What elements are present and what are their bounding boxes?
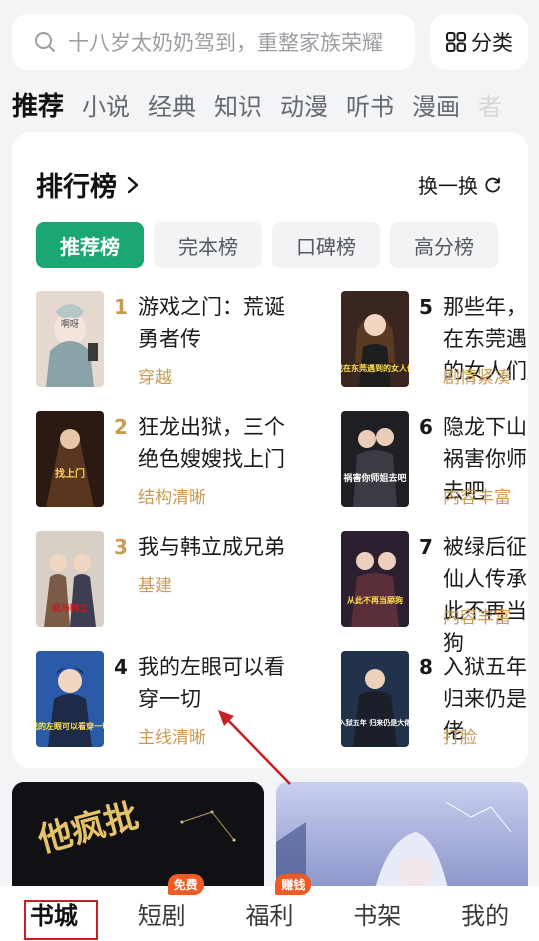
ranking-right-column: 我在东莞遇到的女人们 5 那些年，我在东莞遇到的女人们 剧情紧凑 祸害你师姐去吧… <box>341 291 528 751</box>
nav-label: 书架 <box>353 902 402 930</box>
rank-number: 7 <box>419 535 433 559</box>
book-tag: 内容丰富 <box>443 608 511 628</box>
book-cover: 我与韩立 <box>36 531 104 627</box>
selection-highlight <box>24 900 98 940</box>
book-title: 狂龙出狱，三个绝色嫂嫂找上门 <box>138 415 285 471</box>
chip-recommend[interactable]: 推荐榜 <box>36 222 144 268</box>
rank-item-1[interactable]: 啊呀 1 游戏之门：荒诞勇者传 穿越 <box>36 291 336 388</box>
tab-more[interactable]: 者 <box>478 87 502 122</box>
cover-text: 入狱五年 归来仍是大佬 <box>341 718 409 727</box>
rank-number: 6 <box>419 415 433 439</box>
tab-knowledge[interactable]: 知识 <box>214 87 262 122</box>
search-bar[interactable]: 十八岁太奶奶驾到，重整家族荣耀 <box>12 14 415 70</box>
rank-item-3[interactable]: 我与韩立 3 我与韩立成兄弟 基建 <box>36 531 336 627</box>
book-cover: 从此不再当舔狗 <box>341 531 409 627</box>
nav-welfare[interactable]: 福利 赚钱 <box>216 874 324 941</box>
tab-audiobook[interactable]: 听书 <box>346 87 394 122</box>
chip-completed[interactable]: 完本榜 <box>154 222 262 268</box>
book-tag: 内容丰富 <box>443 488 511 508</box>
rank-item-7[interactable]: 从此不再当舔狗 7 被绿后征服仙人传承 从此不再当舔狗 内容丰富 <box>341 531 528 655</box>
rank-number: 2 <box>114 415 128 439</box>
book-tag: 穿越 <box>138 368 172 388</box>
rank-number: 1 <box>114 295 128 319</box>
search-icon <box>35 32 55 52</box>
nav-bookshelf[interactable]: 书架 <box>323 886 431 941</box>
cover-text: 找上门 <box>55 467 85 480</box>
book-cover: 入狱五年 归来仍是大佬 <box>341 651 409 747</box>
search-placeholder: 十八岁太奶奶驾到，重整家族荣耀 <box>68 31 383 55</box>
book-tag: 主线清晰 <box>138 728 206 748</box>
nav-label: 福利 <box>245 902 294 930</box>
tab-anime[interactable]: 动漫 <box>280 87 328 122</box>
chip-reputation[interactable]: 口碑榜 <box>272 222 380 268</box>
rank-item-2[interactable]: 找上门 2 狂龙出狱，三个绝色嫂嫂找上门 结构清晰 <box>36 411 336 508</box>
cover-text: 我在东莞遇到的女人们 <box>341 363 409 373</box>
top-bar: 十八岁太奶奶驾到，重整家族荣耀 分类 <box>0 0 539 80</box>
category-tabs: 推荐 小说 经典 知识 动漫 听书 漫画 者 <box>0 84 539 124</box>
ranking-card: 排行榜 换一换 推荐榜 完本榜 口碑榜 高分榜 啊呀 1 游戏之门：荒诞勇者传 … <box>12 132 528 768</box>
book-cover: 啊呀 <box>36 291 104 387</box>
nav-label: 短剧 <box>137 902 186 930</box>
rank-item-8[interactable]: 入狱五年 归来仍是大佬 8 入狱五年，归来仍是大佬 打脸 <box>341 651 528 748</box>
refresh-button[interactable]: 换一换 <box>418 170 502 199</box>
book-cover: 我的左眼可以看穿一切 <box>36 651 104 747</box>
chip-high-score[interactable]: 高分榜 <box>390 222 498 268</box>
tab-recommend[interactable]: 推荐 <box>12 86 64 123</box>
cover-text: 啊呀 <box>61 319 79 330</box>
nav-short-drama[interactable]: 短剧 免费 <box>108 874 216 941</box>
book-tag: 剧情紧凑 <box>443 368 511 388</box>
category-label: 分类 <box>471 31 513 55</box>
book-tag: 打脸 <box>443 728 477 748</box>
cover-text: 我的左眼可以看穿一切 <box>36 721 104 731</box>
ranking-title[interactable]: 排行榜 <box>36 165 141 204</box>
book-title: 被绿后征服仙人传承 从此不再当舔狗 <box>443 535 528 655</box>
rank-number: 4 <box>114 655 128 679</box>
ranking-title-text: 排行榜 <box>36 172 117 203</box>
nav-badge: 免费 <box>167 874 204 895</box>
book-cover: 找上门 <box>36 411 104 507</box>
book-cover: 祸害你师姐去吧 <box>341 411 409 507</box>
book-cover: 我在东莞遇到的女人们 <box>341 291 409 387</box>
rank-number: 8 <box>419 655 433 679</box>
category-button[interactable]: 分类 <box>430 14 528 70</box>
annotation-arrow <box>218 710 291 785</box>
rank-number: 5 <box>419 295 433 319</box>
book-tag: 结构清晰 <box>138 488 206 508</box>
tab-comic[interactable]: 漫画 <box>412 87 460 122</box>
cover-text: 我与韩立 <box>52 602 88 614</box>
book-tag: 基建 <box>138 576 172 596</box>
ranking-chips: 推荐榜 完本榜 口碑榜 高分榜 <box>36 222 498 268</box>
book-title: 游戏之门：荒诞勇者传 <box>138 295 285 351</box>
tab-novel[interactable]: 小说 <box>82 87 130 122</box>
cover-text: 祸害你师姐去吧 <box>342 472 406 484</box>
grid-icon <box>446 32 466 52</box>
nav-profile[interactable]: 我的 <box>431 886 539 941</box>
cover-text: 从此不再当舔狗 <box>347 595 403 605</box>
nav-badge: 赚钱 <box>275 874 312 895</box>
refresh-label: 换一换 <box>418 174 478 198</box>
refresh-icon <box>485 177 500 192</box>
rank-item-5[interactable]: 我在东莞遇到的女人们 5 那些年，我在东莞遇到的女人们 剧情紧凑 <box>341 291 528 388</box>
chevron-right-icon <box>127 176 139 193</box>
nav-label: 我的 <box>461 902 510 930</box>
book-title: 我与韩立成兄弟 <box>138 535 285 559</box>
rank-number: 3 <box>114 535 128 559</box>
rank-item-6[interactable]: 祸害你师姐去吧 6 隐龙下山，祸害你师姐去吧 内容丰富 <box>341 411 528 508</box>
tab-classic[interactable]: 经典 <box>148 87 196 122</box>
